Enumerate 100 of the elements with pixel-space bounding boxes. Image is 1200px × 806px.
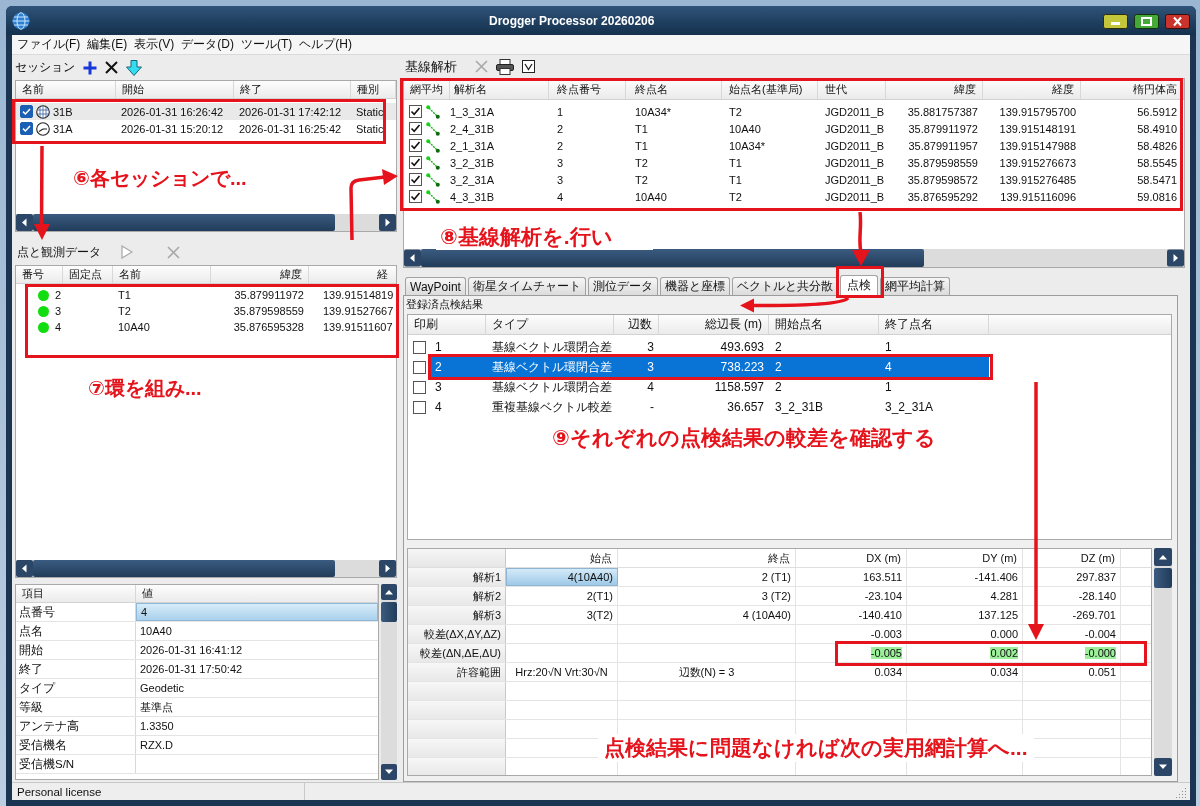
checkbox[interactable] [413, 400, 426, 414]
column-header[interactable]: 世代 [818, 79, 886, 99]
horizontal-scrollbar[interactable] [16, 214, 396, 231]
column-header[interactable]: 開始 [116, 81, 234, 98]
table-cell[interactable]: 137.125 [907, 606, 1023, 624]
scroll-left-button[interactable] [16, 214, 33, 231]
column-header[interactable]: 緯度 [886, 79, 983, 99]
column-header[interactable]: 項目 [16, 585, 136, 602]
close-button[interactable] [1165, 14, 1190, 29]
scrollbar-thumb[interactable] [421, 249, 924, 267]
table-cell[interactable]: 2(T1) [506, 587, 618, 605]
column-header[interactable]: 経度 [983, 79, 1081, 99]
checkbox[interactable] [20, 105, 33, 118]
cross-icon[interactable] [105, 61, 118, 74]
vertical-scrollbar[interactable] [381, 584, 397, 780]
vertical-scrollbar[interactable] [1154, 548, 1172, 776]
checkbox[interactable] [409, 139, 422, 152]
plus-icon[interactable] [83, 60, 97, 75]
tab[interactable]: 網平均計算 [879, 277, 950, 295]
table-cell[interactable]: -23.104 [796, 587, 907, 605]
table-cell[interactable]: -0.000 [1023, 644, 1121, 662]
table-cell[interactable]: 4.281 [907, 587, 1023, 605]
scrollbar-thumb[interactable] [33, 560, 335, 577]
scroll-right-button[interactable] [1167, 249, 1184, 267]
table-cell[interactable]: 163.511 [796, 568, 907, 586]
scroll-right-button[interactable] [379, 214, 396, 231]
column-header[interactable]: 始点名(基準局) [722, 79, 818, 99]
menu-item[interactable]: ツール(T) [241, 36, 293, 53]
tab[interactable]: ベクトルと共分散 [731, 277, 838, 295]
table-cell[interactable]: 297.837 [1023, 568, 1121, 586]
column-header[interactable]: 解析名 [450, 79, 549, 99]
scrollbar-thumb[interactable] [33, 214, 335, 231]
menu-item[interactable]: 表示(V) [134, 36, 175, 53]
tab[interactable]: 機器と座標 [659, 277, 730, 295]
column-header[interactable]: 終点名 [626, 79, 722, 99]
column-header[interactable]: 終了点名 [879, 315, 989, 334]
checkbox[interactable] [409, 122, 422, 135]
property-value[interactable]: 10A40 [136, 622, 378, 640]
down-arrow-icon[interactable] [126, 59, 142, 76]
table-cell[interactable]: 2 (T1) [618, 568, 796, 586]
scrollbar-thumb[interactable] [1154, 568, 1172, 588]
table-row[interactable]: 3 基線ベクトル環閉合差 4 1158.597 2 1 [430, 377, 989, 397]
menu-item[interactable]: データ(D) [181, 36, 234, 53]
checkbox[interactable] [409, 105, 422, 118]
table-cell[interactable]: 0.034 [907, 663, 1023, 681]
minimize-button[interactable] [1103, 14, 1128, 29]
column-header[interactable]: タイプ [486, 315, 614, 334]
checkbox[interactable] [413, 380, 426, 394]
table-cell[interactable]: 0.051 [1023, 663, 1121, 681]
tab[interactable]: 点検 [839, 275, 878, 295]
scrollbar-thumb[interactable] [381, 602, 397, 622]
check-square-icon[interactable] [522, 60, 535, 73]
property-value[interactable]: 2026-01-31 17:50:42 [136, 660, 378, 678]
checkbox[interactable] [413, 340, 426, 354]
resize-grip-icon[interactable] [1175, 785, 1187, 798]
column-header[interactable]: 辺数 [614, 315, 659, 334]
tab[interactable]: WayPoint [405, 277, 466, 295]
column-header[interactable]: 固定点 [63, 266, 113, 283]
table-cell[interactable]: Hrz:20√N Vrt:30√N [506, 663, 618, 681]
tab[interactable]: 衛星タイムチャート [467, 277, 586, 295]
column-header[interactable]: 網平均 [404, 79, 450, 99]
column-header[interactable]: 楕円体高 [1081, 79, 1184, 99]
property-value[interactable]: 1.3350 [136, 717, 378, 735]
table-cell[interactable]: 辺数(N) = 3 [618, 663, 796, 681]
scroll-up-button[interactable] [381, 584, 397, 600]
table-cell[interactable]: -140.410 [796, 606, 907, 624]
checkbox[interactable] [409, 156, 422, 169]
scroll-down-button[interactable] [381, 764, 397, 780]
table-cell[interactable]: 0.034 [796, 663, 907, 681]
column-header[interactable]: 開始点名 [769, 315, 879, 334]
horizontal-scrollbar[interactable] [404, 249, 1184, 267]
property-value[interactable]: 基準点 [136, 698, 378, 716]
table-row[interactable]: 31B 2026-01-31 16:26:42 2026-01-31 17:42:12 Static [16, 103, 396, 120]
maximize-button[interactable] [1134, 14, 1159, 29]
table-cell[interactable]: -28.140 [1023, 587, 1121, 605]
checkbox[interactable] [20, 122, 33, 135]
column-header[interactable]: 緯度 [211, 266, 309, 283]
column-header[interactable]: 名前 [113, 266, 211, 283]
table-cell[interactable]: 4(10A40) [506, 568, 618, 586]
column-header[interactable]: 値 [136, 585, 378, 602]
table-cell[interactable]: 3 (T2) [618, 587, 796, 605]
column-header[interactable]: 種別 [351, 81, 396, 98]
column-header[interactable]: 終点番号 [549, 79, 626, 99]
menu-item[interactable]: ヘルプ(H) [299, 36, 352, 53]
column-header[interactable]: 印刷 [408, 315, 486, 334]
checkbox[interactable] [409, 173, 422, 186]
column-header[interactable]: DX (m) [796, 549, 907, 567]
column-header[interactable]: 経 [309, 266, 396, 283]
table-cell[interactable]: -0.005 [796, 644, 907, 662]
table-cell[interactable]: 0.002 [907, 644, 1023, 662]
table-row[interactable]: 31A 2026-01-31 15:20:12 2026-01-31 16:25:42 Static [16, 120, 396, 137]
property-value[interactable]: 2026-01-31 16:41:12 [136, 641, 378, 659]
table-cell[interactable]: -141.406 [907, 568, 1023, 586]
globe-icon[interactable] [12, 11, 30, 30]
column-header[interactable]: DY (m) [907, 549, 1023, 567]
menu-item[interactable]: 編集(E) [87, 36, 128, 53]
property-value[interactable]: RZX.D [136, 736, 378, 754]
scroll-up-button[interactable] [1154, 548, 1172, 566]
column-header[interactable]: 終了 [234, 81, 351, 98]
table-row[interactable]: 1 基線ベクトル環閉合差 3 493.693 2 1 [430, 337, 989, 357]
